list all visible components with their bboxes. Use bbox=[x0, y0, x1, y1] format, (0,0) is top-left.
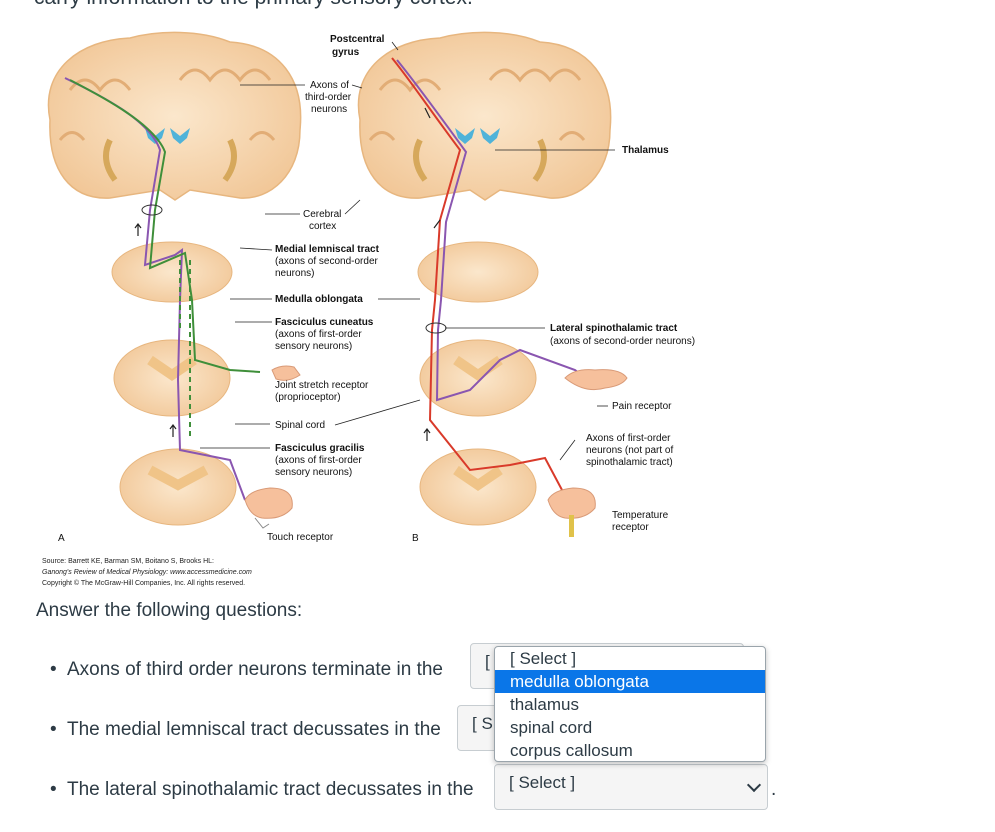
chevron-down-icon bbox=[746, 777, 762, 793]
bullet: • bbox=[50, 659, 57, 680]
label-fasciculus-cuneatus-2: (axons of first-order bbox=[275, 329, 362, 340]
sensory-pathways-figure: Postcentral gyrus Axons of third-order n… bbox=[47, 31, 695, 544]
label-postcentral-gyrus-2: gyrus bbox=[332, 47, 360, 58]
label-postcentral-gyrus-1: Postcentral bbox=[330, 34, 385, 45]
dropdown-option-thalamus[interactable]: thalamus bbox=[495, 693, 765, 716]
label-axons-first-3: spinothalamic tract) bbox=[586, 457, 673, 468]
label-spinal-cord: Spinal cord bbox=[275, 420, 325, 431]
label-medial-lemniscal-2: (axons of second-order bbox=[275, 256, 379, 267]
label-temperature-1: Temperature bbox=[612, 510, 669, 521]
label-joint-stretch-2: (proprioceptor) bbox=[275, 392, 341, 403]
source-line-2: Ganong's Review of Medical Physiology: w… bbox=[42, 569, 252, 576]
source-line-1: Source: Barrett KE, Barman SM, Boitano S… bbox=[42, 558, 214, 565]
label-temperature-2: receptor bbox=[612, 522, 649, 533]
bullet: • bbox=[50, 719, 57, 740]
dropdown-option-select[interactable]: [ Select ] bbox=[495, 647, 765, 670]
select-dropdown-list[interactable]: [ Select ] medulla oblongata thalamus sp… bbox=[494, 646, 766, 762]
label-medial-lemniscal-1: Medial lemniscal tract bbox=[275, 244, 380, 255]
label-medulla-oblongata: Medulla oblongata bbox=[275, 294, 363, 305]
dropdown-option-medulla-oblongata[interactable]: medulla oblongata bbox=[495, 670, 765, 693]
label-medial-lemniscal-3: neurons) bbox=[275, 268, 314, 279]
figure-source-credit: Source: Barrett KE, Barman SM, Boitano S… bbox=[42, 556, 252, 589]
question-1-select-value: [ bbox=[485, 652, 490, 671]
questions-heading: Answer the following questions: bbox=[36, 600, 303, 621]
medulla-section-a bbox=[111, 241, 233, 303]
label-fasciculus-cuneatus-1: Fasciculus cuneatus bbox=[275, 317, 374, 328]
label-axons-third-2: third-order bbox=[305, 92, 352, 103]
label-fasciculus-gracilis-3: sensory neurons) bbox=[275, 467, 352, 478]
question-2: • The medial lemniscal tract decussates i… bbox=[50, 719, 441, 741]
label-axons-third-3: neurons bbox=[311, 104, 347, 115]
label-fasciculus-gracilis-2: (axons of first-order bbox=[275, 455, 362, 466]
label-axons-first-2: neurons (not part of bbox=[586, 445, 673, 456]
question-2-text: The medial lemniscal tract decussates in… bbox=[67, 719, 441, 740]
label-thalamus: Thalamus bbox=[622, 145, 669, 156]
label-panel-b: B bbox=[412, 533, 419, 544]
label-panel-a: A bbox=[58, 533, 65, 544]
question-1-text: Axons of third order neurons terminate i… bbox=[67, 659, 443, 680]
question-3-text: The lateral spinothalamic tract decussat… bbox=[67, 779, 474, 800]
label-touch-receptor: Touch receptor bbox=[267, 532, 334, 543]
question-1: • Axons of third order neurons terminate … bbox=[50, 659, 443, 681]
label-axons-third-1: Axons of bbox=[310, 80, 349, 91]
label-lateral-spino-2: (axons of second-order neurons) bbox=[550, 336, 695, 347]
question-3: • The lateral spinothalamic tract decussa… bbox=[50, 779, 474, 801]
brain-coronal-section-b bbox=[357, 31, 612, 201]
label-fasciculus-gracilis-1: Fasciculus gracilis bbox=[275, 443, 365, 454]
bullet: • bbox=[50, 779, 57, 800]
label-cerebral-cortex-1: Cerebral bbox=[303, 209, 341, 220]
question-2-select-value: [ S bbox=[472, 714, 493, 733]
label-pain-receptor: Pain receptor bbox=[612, 401, 672, 412]
sentence-period: . bbox=[771, 779, 777, 800]
dropdown-option-corpus-callosum[interactable]: corpus callosum bbox=[495, 739, 765, 761]
brain-coronal-section-a bbox=[47, 31, 302, 201]
label-cerebral-cortex-2: cortex bbox=[309, 221, 336, 232]
label-fasciculus-cuneatus-3: sensory neurons) bbox=[275, 341, 352, 352]
dropdown-option-spinal-cord[interactable]: spinal cord bbox=[495, 716, 765, 739]
label-lateral-spino-1: Lateral spinothalamic tract bbox=[550, 323, 678, 334]
label-axons-first-1: Axons of first-order bbox=[586, 433, 671, 444]
question-3-select[interactable]: [ Select ] bbox=[494, 764, 768, 810]
question-3-select-value: [ Select ] bbox=[509, 773, 576, 792]
source-line-3: Copyright © The McGraw-Hill Companies, I… bbox=[42, 580, 246, 587]
label-joint-stretch-1: Joint stretch receptor bbox=[275, 380, 369, 391]
